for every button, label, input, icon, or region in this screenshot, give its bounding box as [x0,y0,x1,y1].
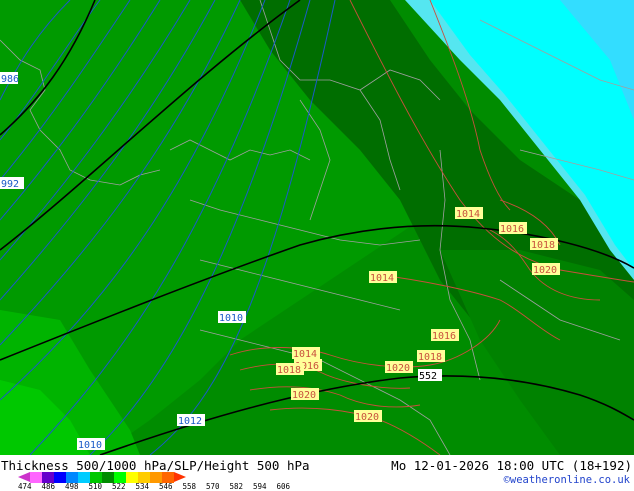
weather-map: 986 992 1010 1012 1010 1014 1016 1018 10… [0,0,634,455]
isobar-label: 1010 [219,313,243,324]
colorbar-segment [18,472,30,482]
isobar-label: 992 [1,179,19,190]
isobar-label: 1020 [355,412,379,423]
height-label: 552 [419,371,437,382]
isobar-label: 1014 [293,349,317,360]
isobar-label: 1020 [533,265,557,276]
isobar-label: 1020 [386,363,410,374]
colorbar-segment [174,472,186,482]
map-footer: Thickness 500/1000 hPa/SLP/Height 500 hP… [0,455,634,491]
isobar-label: 1016 [500,224,524,235]
isobar-label: 986 [1,74,19,85]
map-canvas: 986 992 1010 1012 1010 1014 1016 1018 10… [0,0,634,455]
isobar-label: 1018 [531,240,555,251]
height-label-group: 552 [418,369,442,382]
isobar-label: 1018 [277,365,301,376]
isobar-label: 1020 [292,390,316,401]
isobar-label: 1014 [456,209,480,220]
isobar-label: 1012 [178,416,202,427]
isobar-label: 1016 [432,331,456,342]
map-title: Thickness 500/1000 hPa/SLP/Height 500 hP… [1,458,310,473]
isobar-label: 1018 [418,352,442,363]
isobar-label: 1010 [78,440,102,451]
isobar-label: 1014 [370,273,394,284]
forecast-datetime: Mo 12-01-2026 18:00 UTC (18+192) [391,458,632,473]
credit-link[interactable]: ©weatheronline.co.uk [504,474,630,486]
